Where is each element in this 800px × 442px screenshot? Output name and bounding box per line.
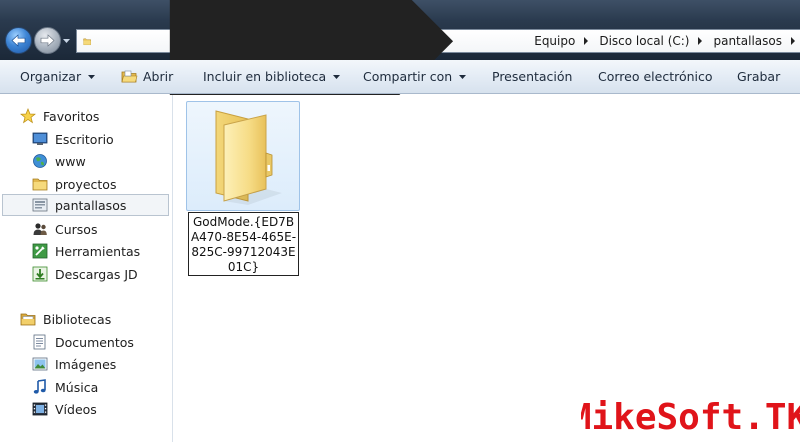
sidebar-item-herramientas[interactable]: Herramientas [32,240,140,262]
sidebar-item-label: proyectos [55,176,117,192]
folder-icon [83,38,91,45]
watermark-logo: MikeSoft.TK [581,396,800,438]
burn-label: Grabar [737,69,781,84]
presentation-button[interactable]: Presentación [492,69,572,84]
folder-icon [32,178,48,191]
star-icon [20,108,36,124]
sidebar-item-escritorio[interactable]: Escritorio [32,128,114,150]
documents-icon [33,334,46,350]
sidebar-item-musica[interactable]: Música [32,376,98,398]
people-icon [33,223,47,235]
sidebar-item-label: Favoritos [43,108,100,124]
email-button[interactable]: Correo electrónico [598,69,713,84]
sidebar-item-www[interactable]: www [32,150,86,172]
chevron-down-icon [459,74,467,79]
libraries-icon [20,313,36,326]
back-arrow-icon [11,34,26,47]
file-rename-input[interactable]: GodMode.{ED7BA470-8E54-465E-825C-9971204… [188,212,299,276]
chevron-down-icon [88,74,96,79]
sidebar-item-label: Música [55,379,99,395]
sidebar-item-cursos[interactable]: Cursos [32,218,97,240]
breadcrumb-chevron-icon[interactable] [790,37,796,45]
sidebar-item-label: pantallasos [55,197,127,213]
sidebar-item-documentos[interactable]: Documentos [32,331,134,353]
include-library-button[interactable]: Incluir en biblioteca [203,69,341,84]
sidebar-item-label: Herramientas [55,243,141,259]
music-icon [33,379,46,394]
forward-button[interactable] [34,27,61,54]
share-with-button[interactable]: Compartir con [363,69,467,84]
navigation-pane[interactable]: Favoritos Escritorio www proyectos panta… [0,95,172,442]
breadcrumb-chevron-icon[interactable] [583,37,589,45]
breadcrumb-item[interactable]: pantallasos [713,34,800,48]
sidebar-item-pantallasos[interactable]: pantallasos [2,194,169,216]
organize-button[interactable]: Organizar [20,69,96,84]
presentation-label: Presentación [492,69,573,84]
tools-icon [32,243,48,259]
forward-arrow-icon [40,34,55,47]
sidebar-item-videos[interactable]: Vídeos [32,398,97,420]
download-icon [32,266,48,282]
breadcrumb-item[interactable]: Equipo [534,34,599,48]
breadcrumb-chevron-icon[interactable] [697,37,703,45]
breadcrumb-item-label[interactable]: pantallasos [713,34,782,48]
back-button[interactable] [5,27,32,54]
sidebar-item-label: Escritorio [55,131,114,147]
burn-button[interactable]: Grabar [737,69,780,84]
file-list[interactable]: GodMode.{ED7BA470-8E54-465E-825C-9971204… [173,95,800,442]
organize-label: Organizar [20,69,82,84]
sidebar-item-imagenes[interactable]: Imágenes [32,353,116,375]
desktop-icon [32,132,48,145]
sidebar-item-label: Cursos [55,221,98,237]
sidebar-item-descargas-jd[interactable]: Descargas JD [32,263,138,285]
breadcrumb[interactable]: Equipo Disco local (C:) pantallasos [76,0,800,325]
pictures-icon [32,357,48,371]
include-library-label: Incluir en biblioteca [203,69,327,84]
sidebar-item-label: Documentos [55,334,134,350]
open-label: Abrir [143,69,174,84]
breadcrumb-item-label[interactable]: Disco local (C:) [599,34,689,48]
sidebar-item-proyectos[interactable]: proyectos [32,173,116,195]
svg-text:MikeSoft.TK: MikeSoft.TK [581,397,800,438]
breadcrumb-item[interactable]: Disco local (C:) [599,34,713,48]
open-button[interactable]: Abrir [121,69,173,84]
breadcrumb-item-label[interactable]: Equipo [534,34,575,48]
sidebar-item-favorites[interactable]: Favoritos [20,105,99,127]
share-with-label: Compartir con [363,69,453,84]
sidebar-item-label: Imágenes [55,356,117,372]
address-bar: Equipo Disco local (C:) pantallasos [0,0,800,325]
sidebar-item-label: Descargas JD [55,266,138,282]
globe-icon [33,154,47,168]
command-bar: Organizar Abrir Incluir en biblioteca Co… [0,60,800,94]
screenshot-folder-icon [32,198,48,212]
recent-pages-chevron-down-icon[interactable] [62,37,71,45]
sidebar-item-label: Bibliotecas [43,311,112,327]
sidebar-item-label: Vídeos [55,401,97,417]
chevron-down-icon [333,74,341,79]
videos-icon [32,402,48,416]
open-folder-icon [121,70,138,82]
sidebar-item-libraries[interactable]: Bibliotecas [20,308,111,330]
file-item-godmode[interactable]: GodMode.{ED7BA470-8E54-465E-825C-9971204… [186,101,300,276]
sidebar-item-label: www [55,153,86,169]
folder-icon [215,110,282,205]
email-label: Correo electrónico [598,69,713,84]
